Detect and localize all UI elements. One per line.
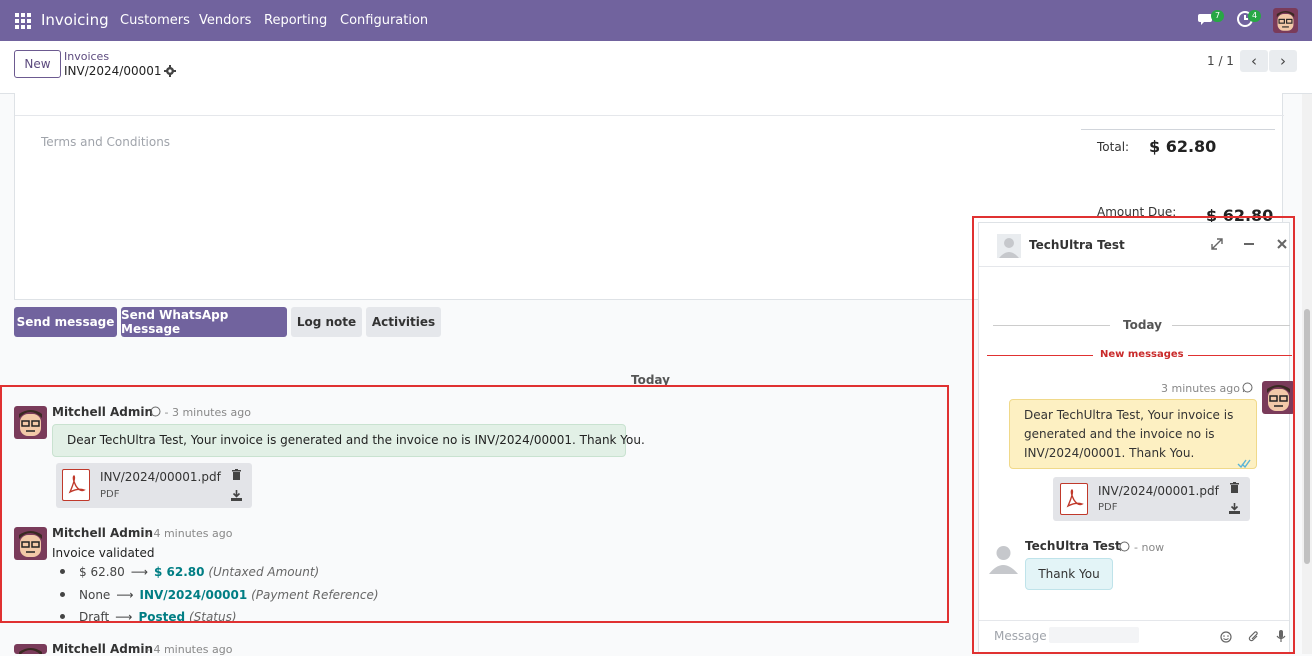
activities-badge: 4 [1248, 10, 1262, 22]
new-button[interactable]: New [14, 50, 61, 78]
divider [1081, 129, 1275, 130]
activities-button[interactable]: Activities [366, 307, 441, 337]
menu-configuration[interactable]: Configuration [340, 13, 428, 28]
highlight-box [972, 216, 1295, 654]
send-message-button[interactable]: Send message [14, 307, 117, 337]
menu-customers[interactable]: Customers [120, 13, 190, 28]
menu-vendors[interactable]: Vendors [199, 13, 251, 28]
message-time: - 4 minutes ago [146, 643, 233, 656]
breadcrumb-invoices[interactable]: Invoices [64, 50, 109, 63]
app-name[interactable]: Invoicing [41, 11, 109, 29]
user-avatar[interactable] [1273, 8, 1298, 33]
top-navbar: Invoicing Customers Vendors Reporting Co… [0, 0, 1312, 41]
breadcrumb-current: INV/2024/00001 [64, 64, 162, 78]
log-note-button[interactable]: Log note [291, 307, 362, 337]
avatar[interactable] [14, 644, 47, 654]
menu-reporting[interactable]: Reporting [264, 13, 327, 28]
scrollbar-thumb[interactable] [1304, 309, 1310, 564]
apps-menu-icon[interactable] [15, 13, 31, 29]
divider [15, 115, 1284, 116]
terms-and-conditions-field[interactable]: Terms and Conditions [41, 135, 170, 149]
total-label: Total: [1097, 140, 1130, 154]
total-value: $ 62.80 [1149, 137, 1217, 156]
messages-badge: 7 [1211, 10, 1225, 22]
send-whatsapp-message-button[interactable]: Send WhatsApp Message [121, 307, 287, 337]
pager-next-button[interactable]: › [1269, 50, 1297, 72]
scrollbar[interactable] [1302, 94, 1312, 654]
control-panel: New Invoices INV/2024/00001 1 / 1 ‹ › [0, 41, 1312, 94]
pager-value[interactable]: 1 / 1 [1207, 54, 1234, 68]
gear-icon[interactable] [164, 65, 177, 78]
highlight-box [0, 385, 949, 623]
pager-previous-button[interactable]: ‹ [1240, 50, 1268, 72]
